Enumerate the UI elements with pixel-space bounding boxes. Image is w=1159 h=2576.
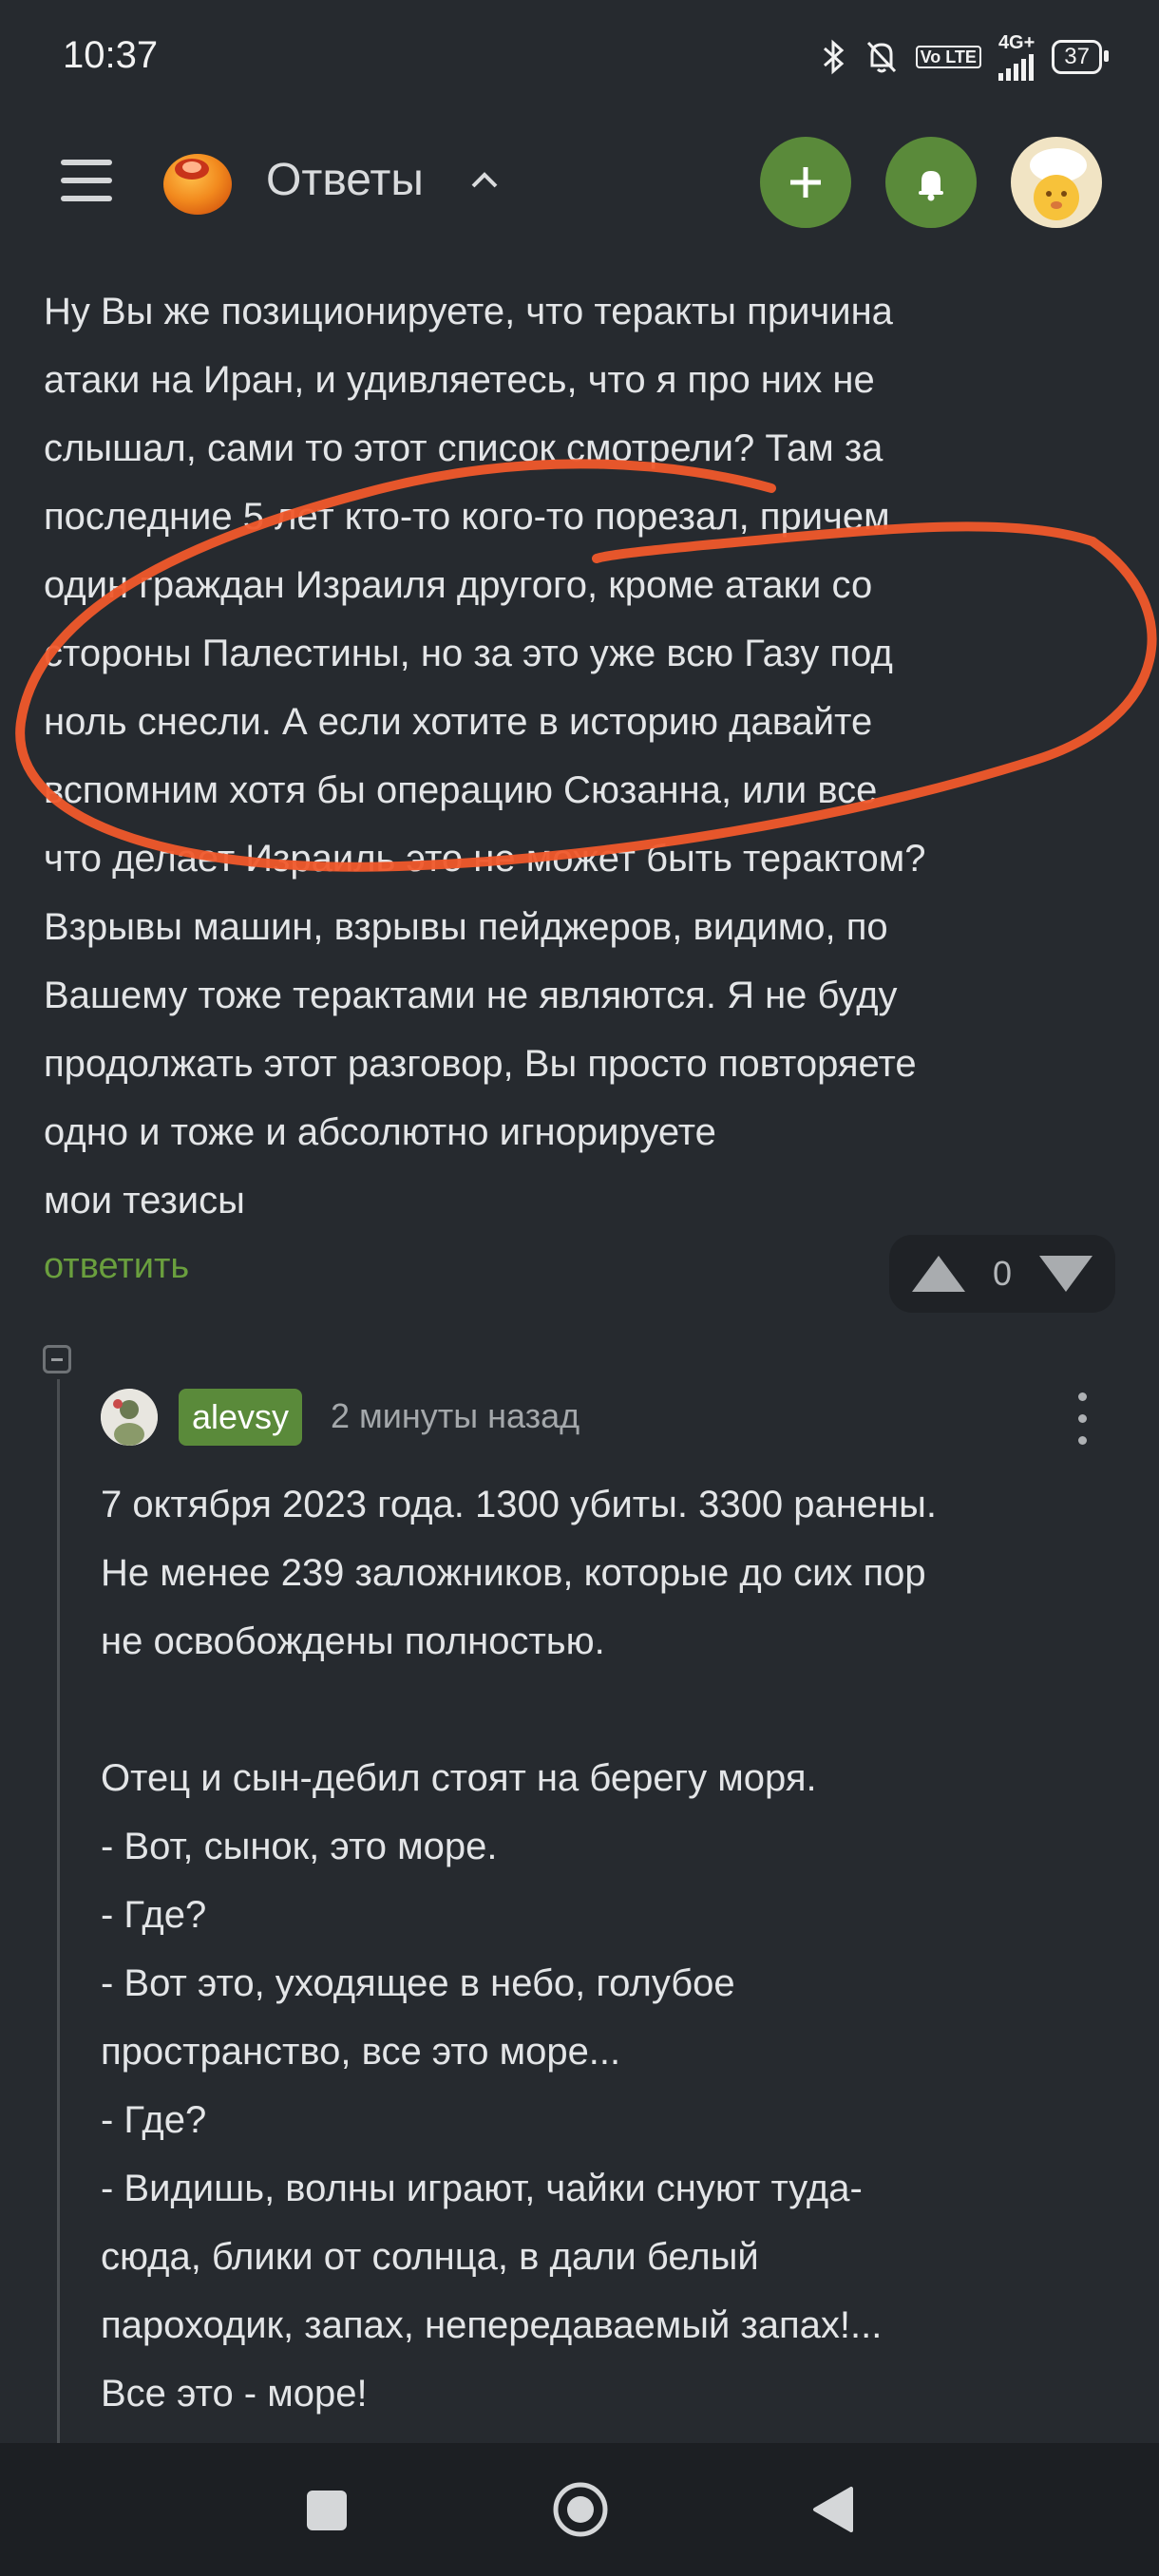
back-triangle-icon[interactable] [809,2485,853,2534]
comment-text-line: Ну Вы же позиционируете, что теракты при… [44,291,893,332]
comment-text-line: слышал, сами то этот список смотрели? Та… [44,427,884,469]
status-icons: Vo LTE 4G+ 37 [819,32,1109,81]
comment-text-line: один граждан Израиля другого, кроме атак… [44,564,873,606]
system-nav-bar [0,2443,1159,2576]
battery-icon: 37 [1052,39,1109,74]
vote-count: 0 [992,1254,1013,1293]
reply-text-line: Отец и сын-дебил стоят на берегу моря. [101,1757,817,1799]
bell-off-icon [866,41,896,72]
status-time: 10:37 [63,34,159,76]
comment-text-line: продолжать этот разговор, Вы просто повт… [44,1043,917,1085]
reply-text-line: - Вот, сынок, это море. [101,1826,498,1867]
page-title[interactable]: Ответы [266,154,424,206]
menu-icon[interactable] [61,154,114,207]
comment-text-line: Взрывы машин, взрывы пейджеров, видимо, … [44,906,888,948]
reply-text-line: - Где? [101,1894,207,1936]
comment-text-line: стороны Палестины, но за это уже всю Газ… [44,633,893,674]
avatar-image [1030,148,1087,220]
thread-line[interactable] [57,1379,60,2443]
reply-text-line: пространство, все это море... [101,2031,621,2073]
reply-text-line: Все это - море! [101,2373,368,2415]
user-avatar-image [101,1389,158,1446]
battery-level: 37 [1064,43,1090,69]
reply-text: 7 октября 2023 года. 1300 убиты. 3300 ра… [101,1470,1136,2428]
reply-text-line: - Видишь, волны играют, чайки снуют туда… [101,2168,863,2209]
home-circle-icon[interactable] [552,2481,609,2538]
comment-text-line: мои тезисы [44,1180,245,1222]
comment-text-line: Вашему тоже терактами не являются. Я не … [44,975,898,1016]
chevron-up-icon[interactable] [467,163,502,198]
comment-text-line: вспомним хотя бы операцию Сюзанна, или в… [44,769,878,811]
vote-box: 0 [889,1235,1115,1313]
signal-icon [998,54,1034,81]
comment-text-line: последние 5 лет кто-то кого-то порезал, … [44,496,890,538]
reply-text-line: Не менее 239 заложников, которые до сих … [101,1552,926,1594]
reply-button[interactable]: ответить [44,1246,189,1287]
bluetooth-icon [823,39,844,74]
comment-time: 2 минуты назад [331,1396,580,1435]
reply-text-line: сюда, блики от солнца, в дали белый [101,2236,759,2278]
comment-text-line: одно и тоже и абсолютно игнорируете [44,1111,716,1153]
reply-text-line: - Где? [101,2099,207,2141]
reply-text-line [101,1676,1136,1744]
reply-text-line: не освобождены полностью. [101,1620,605,1662]
add-button[interactable] [760,137,851,228]
network-type: 4G+ [998,32,1036,53]
reply-text-line: 7 октября 2023 года. 1300 убиты. 3300 ра… [101,1484,937,1525]
plus-icon [790,167,821,198]
logo-icon[interactable] [158,141,238,220]
avatar[interactable] [101,1389,158,1446]
comment-text: Ну Вы же позиционируете, что теракты при… [44,277,1136,1235]
reply-text-line: - Вот это, уходящее в небо, голубое [101,1962,735,2004]
upvote-icon[interactable] [912,1256,965,1292]
avatar[interactable] [1011,137,1102,228]
username-badge[interactable]: alevsy [179,1389,303,1446]
notifications-button[interactable] [885,137,977,228]
comment-text-line: ноль снесли. А если хотите в историю дав… [44,701,873,743]
downvote-icon[interactable] [1039,1256,1092,1292]
status-bar: 10:37 Vo LTE 4G+ 37 [0,0,1159,114]
more-options-icon[interactable] [1068,1392,1096,1446]
recents-square-icon[interactable] [307,2491,347,2530]
collapse-thread-button[interactable] [43,1345,71,1373]
comment-text-line: что делает Израиль это не может быть тер… [44,838,926,880]
volte-icon: Vo LTE [915,45,981,68]
comment-text-line: атаки на Иран, и удивляетесь, что я про … [44,359,875,401]
reply-text-line: пароходик, запах, непередаваемый запах!.… [101,2304,883,2346]
bell-icon [919,171,943,201]
app-header: Ответы [0,133,1159,228]
